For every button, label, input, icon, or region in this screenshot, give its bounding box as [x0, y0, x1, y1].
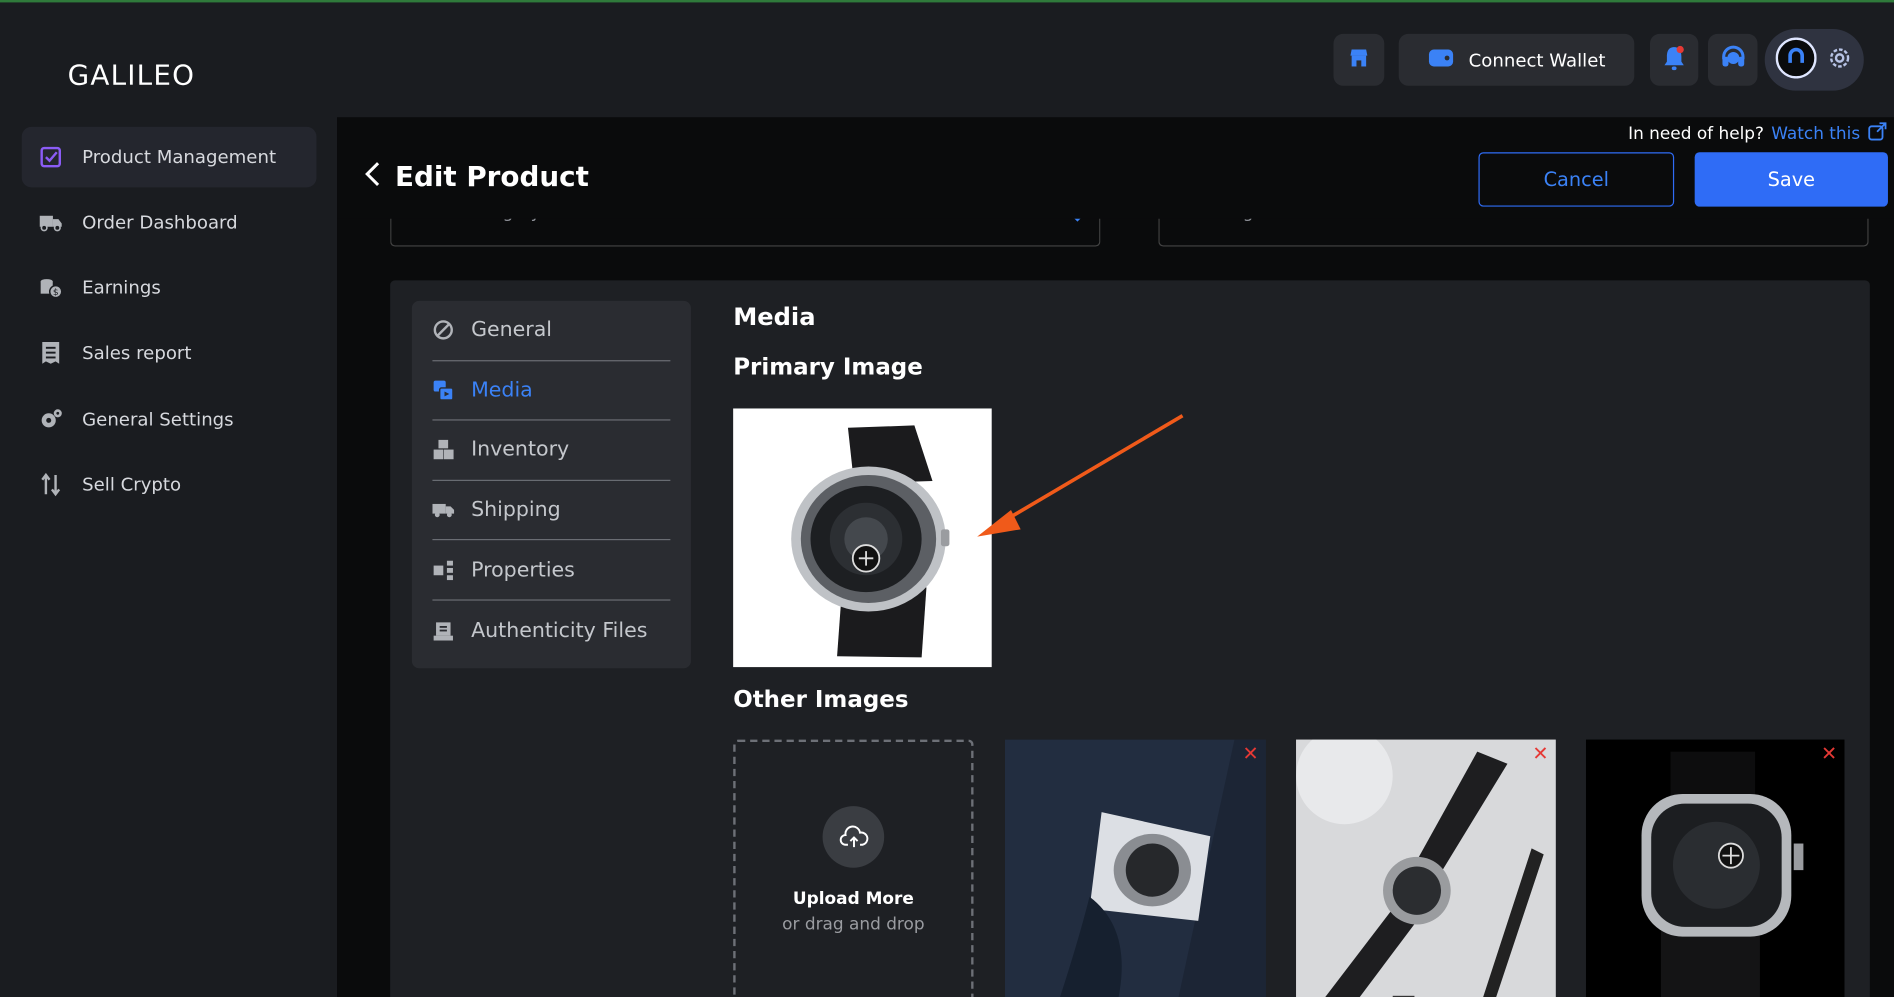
watch-image — [733, 408, 992, 668]
inventory-icon — [432, 439, 454, 461]
connect-wallet-button[interactable]: Connect Wallet — [1398, 33, 1635, 86]
watch-flatlay-image — [1296, 739, 1556, 997]
editor-tabs: General Media Inventory Shipping Propert… — [411, 300, 691, 669]
watch-on-wrist-image — [1004, 739, 1266, 997]
tab-inventory[interactable]: Inventory — [432, 421, 671, 481]
upload-subtitle: or drag and drop — [782, 914, 925, 935]
tab-label: Authenticity Files — [471, 618, 648, 643]
wallet-icon — [1428, 47, 1455, 74]
sidebar-item-sell-crypto[interactable]: Sell Crypto — [22, 454, 317, 514]
shipping-icon — [432, 499, 455, 521]
sidebar-item-label: Sales report — [82, 342, 192, 364]
tab-label: Inventory — [471, 438, 570, 463]
help-text: In need of help? — [1628, 124, 1765, 144]
tab-properties[interactable]: Properties — [432, 541, 671, 601]
upload-title: Upload More — [792, 889, 914, 909]
general-icon — [432, 319, 454, 341]
connect-wallet-label: Connect Wallet — [1468, 48, 1606, 71]
app-root: GALILEO Connect Wallet Product Managemen… — [0, 0, 1894, 997]
authenticity-icon — [432, 620, 454, 642]
primary-image[interactable] — [733, 408, 992, 668]
remove-image-button[interactable]: ✕ — [1532, 744, 1548, 763]
remove-image-button[interactable]: ✕ — [1242, 744, 1258, 763]
other-image[interactable]: ✕ — [1585, 739, 1845, 997]
media-icon — [432, 379, 454, 401]
gear-icon — [39, 407, 63, 431]
tab-media[interactable]: Media — [432, 361, 671, 421]
sidebar-item-earnings[interactable]: $ Earnings — [22, 257, 317, 317]
store-button[interactable] — [1333, 33, 1385, 86]
back-arrow-icon[interactable] — [364, 161, 381, 195]
sidebar-item-sales-report[interactable]: Sales report — [22, 323, 317, 383]
upload-cloud-icon — [822, 806, 885, 868]
tab-general[interactable]: General — [432, 301, 671, 361]
watch-black-background-image — [1585, 739, 1845, 997]
media-heading: Media — [733, 302, 816, 332]
remove-image-button[interactable]: ✕ — [1821, 744, 1837, 763]
properties-icon — [432, 559, 454, 581]
other-images-heading: Other Images — [733, 686, 909, 714]
store-icon — [1347, 45, 1371, 74]
sidebar-item-general-settings[interactable]: General Settings — [22, 389, 317, 449]
tab-label: General — [471, 318, 553, 343]
sidebar-item-label: Order Dashboard — [82, 211, 238, 234]
profile-icon — [1775, 36, 1817, 83]
tab-authenticity-files[interactable]: Authenticity Files — [432, 601, 670, 661]
gear-icon — [1826, 44, 1853, 75]
sidebar-item-label: Earnings — [82, 276, 161, 299]
save-button[interactable]: Save — [1694, 152, 1888, 207]
sidebar-item-product-management[interactable]: Product Management — [21, 126, 317, 188]
sidebar-item-label: Sell Crypto — [82, 473, 182, 496]
annotation-arrow — [977, 414, 1184, 537]
sidebar-item-label: General Settings — [82, 408, 234, 431]
tab-label: Media — [471, 378, 533, 403]
galileo-logo[interactable]: GALILEO — [68, 60, 196, 91]
swap-arrows-icon — [39, 472, 63, 497]
checklist-icon — [39, 145, 63, 169]
sidebar-item-order-dashboard[interactable]: Order Dashboard — [22, 192, 317, 252]
notifications-button[interactable] — [1649, 33, 1699, 86]
watch-this-link[interactable]: Watch this — [1771, 124, 1860, 143]
page-title: Edit Product — [394, 161, 589, 194]
other-image[interactable]: ✕ — [1296, 739, 1556, 997]
page-title-row: Edit Product — [364, 161, 589, 195]
main-content: In need of help? Watch this Select Categ… — [337, 117, 1894, 997]
top-accent-line — [0, 0, 1894, 3]
headset-icon — [1718, 43, 1747, 77]
sidebar-item-label: Product Management — [82, 146, 277, 168]
product-editor-panel: General Media Inventory Shipping Propert… — [390, 280, 1870, 997]
other-image[interactable]: ✕ — [1004, 739, 1266, 997]
svg-text:$: $ — [53, 288, 59, 298]
cancel-button[interactable]: Cancel — [1478, 152, 1675, 207]
sidebar: Product Management Order Dashboard $ Ear… — [0, 117, 337, 997]
coins-icon: $ — [39, 276, 63, 300]
help-bar: In need of help? Watch this — [1628, 122, 1887, 146]
support-button[interactable] — [1707, 33, 1758, 86]
truck-icon — [39, 210, 63, 234]
external-link-icon[interactable] — [1867, 122, 1887, 146]
profile-settings-button[interactable] — [1764, 29, 1864, 91]
tab-label: Shipping — [471, 497, 561, 523]
primary-image-heading: Primary Image — [733, 354, 923, 381]
tab-label: Properties — [471, 557, 575, 583]
receipt-icon — [39, 341, 63, 365]
tab-shipping[interactable]: Shipping — [432, 481, 671, 541]
upload-dropzone[interactable]: Upload More or drag and drop — [733, 739, 974, 997]
bell-icon — [1662, 44, 1686, 75]
